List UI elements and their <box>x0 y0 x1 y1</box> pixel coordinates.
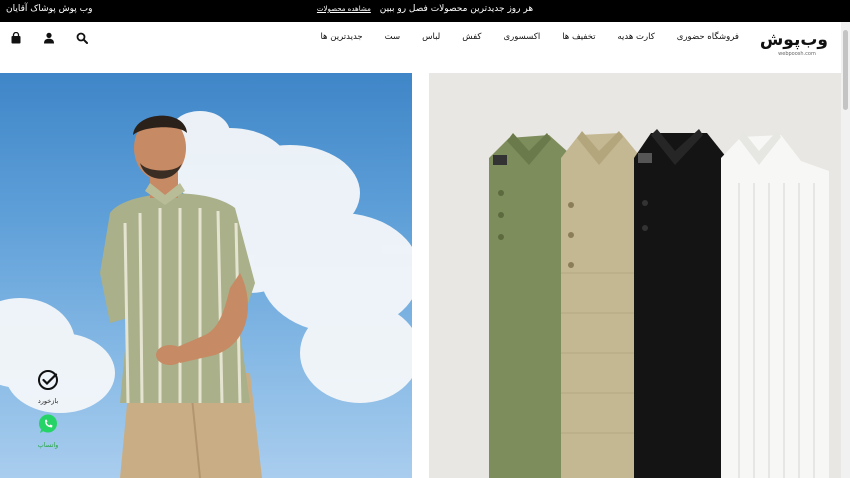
nav-item-shoes[interactable]: کفش <box>451 32 492 42</box>
search-icon[interactable] <box>74 31 90 45</box>
logo-url: webpoosh.com <box>778 51 816 57</box>
nav-item-discounts[interactable]: تخفیف ها <box>551 32 606 42</box>
nav-item-stores[interactable]: فروشگاه حضوری <box>666 32 750 42</box>
main-nav: جدیدترین ها ست لباس کفش اکسسوری تخفیف ها… <box>309 32 750 42</box>
user-icon[interactable] <box>41 31 57 45</box>
site-logo[interactable]: وب‌پوش webpoosh.com <box>759 29 829 63</box>
header-actions <box>8 31 107 45</box>
shopping-bag-icon[interactable] <box>8 31 24 45</box>
announcement-promo: هر روز جدیدترین محصولات فصل رو ببین مشاه… <box>0 4 850 14</box>
announcement-bar: وب پوش پوشاک آقایان هر روز جدیدترین محصو… <box>0 0 850 22</box>
site-header: وب‌پوش webpoosh.com جدیدترین ها ست لباس … <box>0 22 850 72</box>
scrollbar-thumb[interactable] <box>843 30 848 110</box>
promo-link[interactable]: مشاهده محصولات <box>317 5 371 13</box>
check-circle-icon <box>38 370 58 390</box>
promo-text: هر روز جدیدترین محصولات فصل رو ببین <box>379 4 534 14</box>
nav-item-sets[interactable]: ست <box>374 32 411 42</box>
whatsapp-widget[interactable]: واتساپ <box>30 413 66 449</box>
whatsapp-icon <box>39 414 57 433</box>
feedback-label: بازخورد <box>37 397 59 405</box>
logo-mark: وب‌پوش <box>759 30 829 50</box>
feedback-widget[interactable]: بازخورد <box>30 369 66 405</box>
hero-image-polos <box>489 129 829 478</box>
nav-item-clothing[interactable]: لباس <box>411 32 451 42</box>
nav-item-new[interactable]: جدیدترین ها <box>309 32 373 42</box>
whatsapp-label: واتساپ <box>37 441 59 449</box>
page: وب پوش پوشاک آقایان هر روز جدیدترین محصو… <box>0 0 850 478</box>
nav-item-gift-card[interactable]: کارت هدیه <box>606 32 665 42</box>
nav-item-accessories[interactable]: اکسسوری <box>492 32 551 42</box>
hero-banner-polo-shirts[interactable] <box>429 73 841 478</box>
